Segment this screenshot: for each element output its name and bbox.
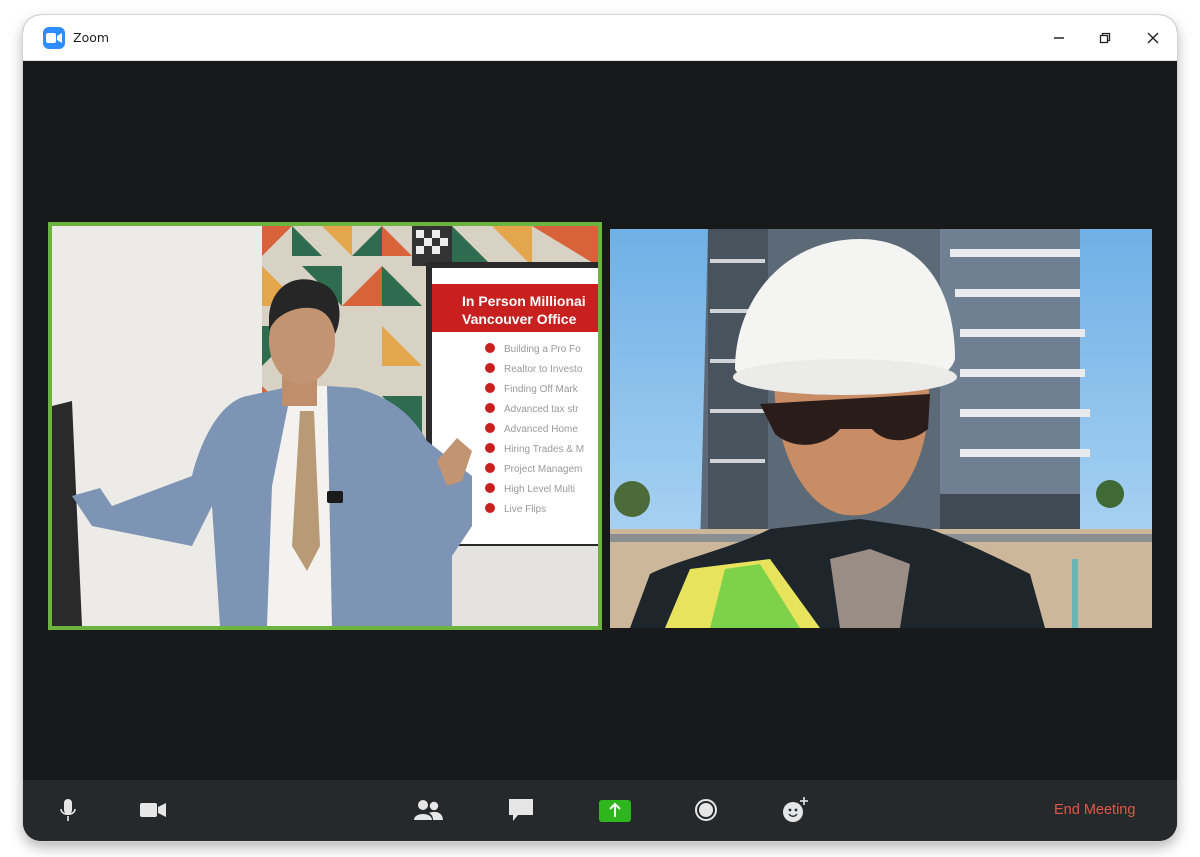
record-icon [695, 799, 717, 821]
reactions-icon [783, 797, 808, 822]
close-button[interactable] [1140, 25, 1166, 51]
slide-check-icon [485, 363, 495, 373]
slide-checklist-item: Realtor to Investo [504, 364, 583, 375]
microphone-icon [60, 799, 76, 821]
reactions-button[interactable] [780, 794, 810, 826]
end-meeting-button[interactable]: End Meeting [1054, 802, 1135, 818]
close-icon [1147, 32, 1159, 44]
zoom-window: Zoom In Person Millionai Vancouver Offic… [23, 15, 1177, 841]
presenter-video-frame: In Person Millionai Vancouver Office Bui… [52, 226, 598, 626]
slide-checklist-item: High Level Multi [504, 484, 575, 495]
slide-check-icon [485, 463, 495, 473]
chat-icon [509, 799, 533, 821]
stop-video-button[interactable] [139, 794, 167, 826]
mute-button[interactable] [57, 794, 79, 826]
slide-checklist-item: Live Flips [504, 504, 546, 515]
meeting-stage: In Person Millionai Vancouver Office Bui… [23, 61, 1177, 780]
record-button[interactable] [693, 794, 721, 826]
meeting-toolbar: End Meeting [23, 780, 1177, 841]
slide-check-icon [485, 423, 495, 433]
restore-icon [1099, 32, 1111, 44]
minimize-button[interactable] [1046, 25, 1072, 51]
participants-icon [414, 800, 443, 820]
slide-checklist-item: Building a Pro Fo [504, 344, 581, 355]
slide-check-icon [485, 503, 495, 513]
app-title: Zoom [73, 30, 110, 45]
slide-checklist-item: Advanced tax str [504, 404, 579, 415]
video-camera-icon [140, 803, 166, 817]
title-bar: Zoom [23, 15, 1177, 61]
site-worker-video-frame [610, 229, 1152, 628]
slide-heading-line2: Vancouver Office [462, 311, 577, 327]
slide-heading-line1: In Person Millionai [462, 293, 586, 309]
slide-checklist-item: Hiring Trades & M [504, 444, 584, 455]
minimize-icon [1054, 37, 1064, 39]
chat-button[interactable] [507, 794, 535, 826]
restore-button[interactable] [1092, 25, 1118, 51]
participants-button[interactable] [412, 794, 444, 826]
share-screen-icon [599, 800, 631, 822]
slide-checklist-item: Project Managem [504, 464, 582, 475]
zoom-logo-icon [43, 27, 65, 49]
slide-check-icon [485, 483, 495, 493]
slide-check-icon [485, 443, 495, 453]
slide-checklist-item: Advanced Home [504, 424, 578, 435]
participant-video-site-worker[interactable] [610, 229, 1152, 628]
slide-check-icon [485, 343, 495, 353]
slide-check-icon [485, 383, 495, 393]
participant-video-presenter[interactable]: In Person Millionai Vancouver Office Bui… [48, 222, 602, 630]
share-screen-button[interactable] [598, 794, 632, 826]
slide-checklist-item: Finding Off Mark [504, 384, 579, 395]
slide-check-icon [485, 403, 495, 413]
